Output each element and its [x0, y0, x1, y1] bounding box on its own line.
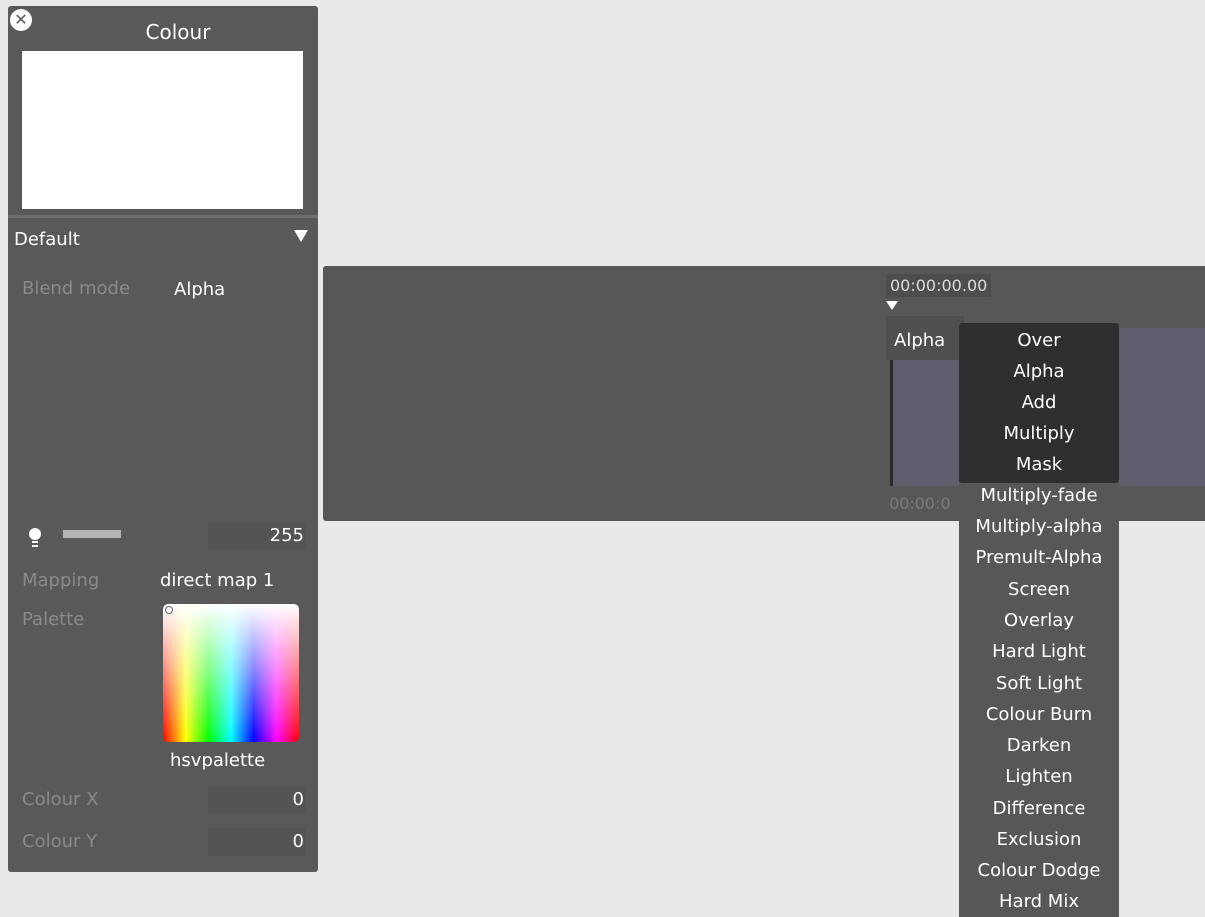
mapping-label: Mapping	[22, 570, 100, 591]
colour-panel: ✕ Colour Default Blend mode Alpha 255 Ma…	[8, 6, 318, 872]
palette-swatch[interactable]	[163, 604, 299, 742]
menu-item-multiply-fade[interactable]: Multiply-fade	[959, 480, 1119, 511]
menu-item-darken[interactable]: Darken	[959, 730, 1119, 761]
palette-label: Palette	[22, 609, 85, 630]
menu-item-hard-mix[interactable]: Hard Mix	[959, 886, 1119, 917]
colour-y-label: Colour Y	[22, 831, 98, 852]
menu-item-difference[interactable]: Difference	[959, 793, 1119, 824]
palette-name: hsvpalette	[170, 750, 266, 771]
blend-mode-value[interactable]: Alpha	[174, 279, 225, 300]
menu-item-colour-burn[interactable]: Colour Burn	[959, 699, 1119, 730]
clip-blend-label[interactable]: Alpha	[886, 316, 964, 360]
menu-item-overlay[interactable]: Overlay	[959, 605, 1119, 636]
menu-item-soft-light[interactable]: Soft Light	[959, 668, 1119, 699]
brightness-field[interactable]: 255	[208, 522, 306, 550]
timecode-bottom: 00:00:0	[889, 494, 951, 513]
menu-item-add[interactable]: Add	[959, 387, 1119, 418]
colour-x-label: Colour X	[22, 789, 99, 810]
menu-item-alpha[interactable]: Alpha	[959, 356, 1119, 387]
colour-x-field[interactable]: 0	[208, 786, 306, 814]
preset-selector[interactable]: Default	[14, 229, 80, 250]
menu-item-lighten[interactable]: Lighten	[959, 761, 1119, 792]
chevron-down-icon[interactable]	[294, 230, 308, 242]
menu-item-premult-alpha[interactable]: Premult-Alpha	[959, 542, 1119, 573]
menu-item-screen[interactable]: Screen	[959, 574, 1119, 605]
divider	[8, 215, 318, 218]
playhead-marker[interactable]	[886, 301, 898, 310]
blend-mode-label: Blend mode	[22, 278, 131, 299]
palette-marker[interactable]	[165, 606, 173, 614]
panel-title: Colour	[145, 20, 211, 44]
colour-preview	[22, 51, 303, 209]
colour-y-field[interactable]: 0	[208, 828, 306, 856]
menu-item-over[interactable]: Over	[959, 325, 1119, 356]
menu-item-mask[interactable]: Mask	[959, 449, 1119, 480]
menu-item-colour-dodge[interactable]: Colour Dodge	[959, 855, 1119, 886]
timecode-top: 00:00:00.00	[886, 274, 992, 297]
menu-item-multiply[interactable]: Multiply	[959, 418, 1119, 449]
menu-item-hard-light[interactable]: Hard Light	[959, 636, 1119, 667]
mapping-value[interactable]: direct map 1	[160, 570, 274, 591]
brightness-icon	[29, 528, 41, 547]
blend-mode-menu: Over Alpha Add Multiply Mask Multiply-fa…	[959, 323, 1119, 917]
menu-item-exclusion[interactable]: Exclusion	[959, 824, 1119, 855]
menu-item-multiply-alpha[interactable]: Multiply-alpha	[959, 511, 1119, 542]
brightness-slider[interactable]	[63, 530, 121, 538]
